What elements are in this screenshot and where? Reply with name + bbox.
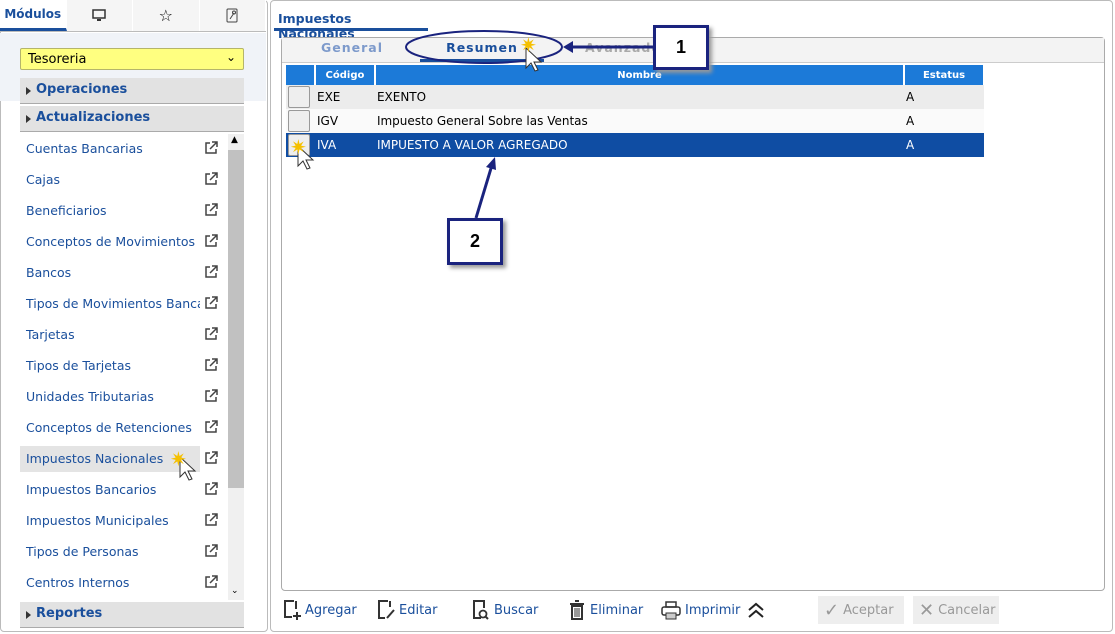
callout-1: 1 <box>653 25 709 70</box>
arrow-2 <box>474 164 494 219</box>
click-star-icon: ✷ <box>520 33 537 57</box>
highlight-ellipse <box>405 30 563 64</box>
click-star-icon: ✷ <box>170 447 187 471</box>
annotation-overlay: ✷ ✷ ✷ <box>170 30 653 481</box>
callout-2: 2 <box>447 218 503 265</box>
click-star-icon: ✷ <box>290 135 307 159</box>
